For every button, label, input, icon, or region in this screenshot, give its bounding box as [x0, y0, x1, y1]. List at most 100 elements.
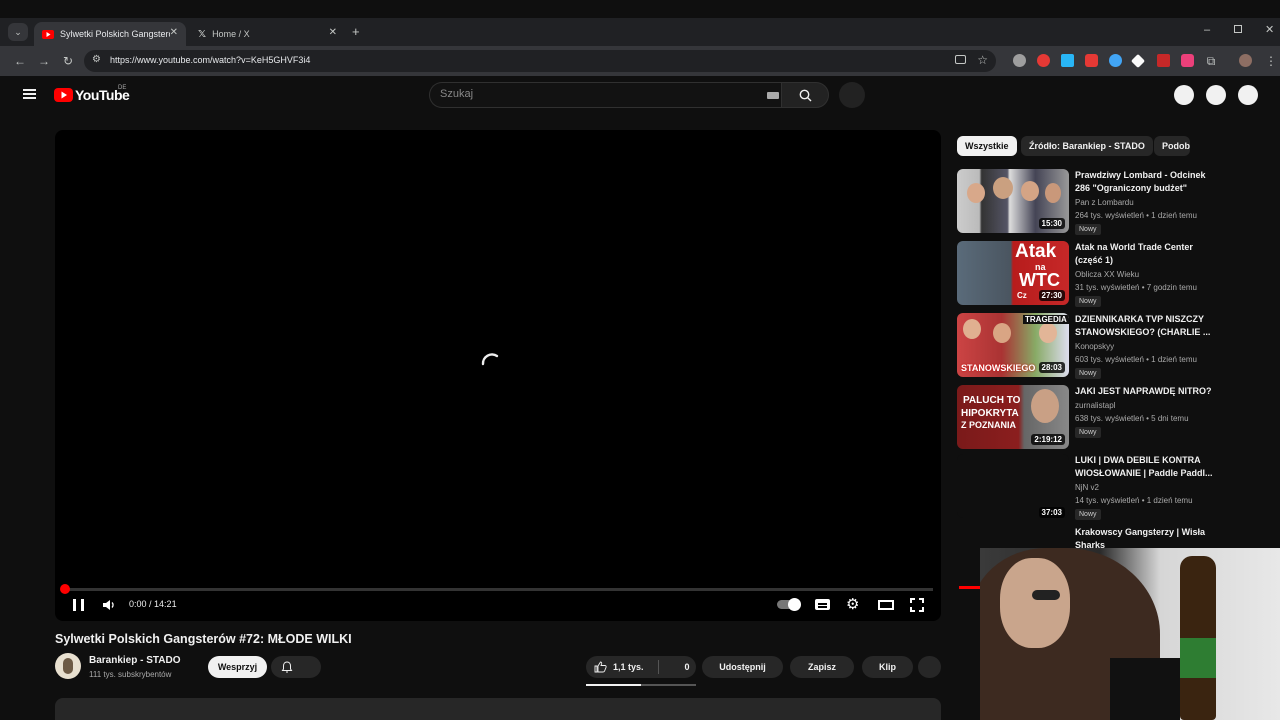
video-thumbnail[interactable]: PALUCH TO HIPOKRYTA Z POZNANIA 2:19:12 [957, 385, 1069, 449]
notifications-button[interactable] [1206, 85, 1226, 105]
hamburger-menu-icon[interactable] [23, 89, 36, 99]
search-box [429, 82, 781, 108]
extension-icon[interactable] [1157, 54, 1170, 67]
search-bar [429, 82, 829, 108]
search-input[interactable] [440, 88, 760, 100]
video-player[interactable]: 0:00 / 14:21 ⚙ [55, 130, 941, 621]
restore-icon[interactable] [1234, 25, 1242, 33]
new-badge: Nowy [1075, 296, 1101, 307]
thumbs-up-icon[interactable] [594, 661, 607, 673]
install-app-icon[interactable] [955, 55, 966, 64]
progress-scrubber[interactable] [60, 584, 70, 594]
dislike-count[interactable]: 0 [685, 662, 690, 672]
bottle-label [1180, 638, 1216, 678]
bookmark-star-icon[interactable]: ☆ [977, 53, 988, 67]
channel-name[interactable]: zurnalistapl [1075, 401, 1115, 410]
reload-icon[interactable]: ↻ [60, 53, 76, 69]
channel-name[interactable]: NjN v2 [1075, 483, 1099, 492]
channel-name[interactable]: Barankiep - STADO [89, 655, 181, 666]
thumb-text: Cz [1017, 291, 1027, 300]
channel-name[interactable]: Konopskyy [1075, 342, 1114, 351]
extension-icon[interactable] [1013, 54, 1026, 67]
subscriber-count: 111 tys. subskrybentów [89, 670, 172, 679]
video-title[interactable]: DZIENNIKARKA TVP NISZCZY STANOWSKIEGO? (… [1075, 313, 1213, 339]
video-thumbnail[interactable]: Atak na WTC Cz 27:30 [957, 241, 1069, 305]
recommendation-item[interactable]: Atak na WTC Cz 27:30 Atak na World Trade… [957, 241, 1217, 307]
video-thumbnail[interactable]: 37:03 [957, 454, 1069, 518]
thumb-text: Z POZNANIA [961, 420, 1016, 430]
support-button[interactable]: Wesprzyj [208, 656, 267, 678]
like-divider [657, 660, 659, 674]
autoplay-toggle[interactable] [777, 598, 801, 611]
video-title[interactable]: Prawdziwy Lombard - Odcinek 286 "Ogranic… [1075, 169, 1213, 195]
more-actions-button[interactable] [918, 656, 941, 678]
browser-tabstrip: ⌄ Sylwetki Polskich Gangsterów # ✕ 𝕏 Hom… [0, 18, 1280, 46]
profile-avatar[interactable] [1239, 54, 1252, 67]
theater-mode-icon[interactable] [878, 600, 894, 610]
description-box[interactable] [55, 698, 941, 720]
webcam-overlay [980, 548, 1280, 720]
keyboard-icon[interactable] [767, 92, 779, 99]
settings-gear-icon[interactable]: ⚙ [846, 595, 859, 613]
recommendation-item[interactable]: 37:03 LUKI | DWA DEBILE KONTRA WIOSŁOWAN… [957, 454, 1217, 520]
like-dislike-group: 1,1 tys. 0 [586, 656, 696, 678]
recommendation-item[interactable]: Krakowscy Gangsterzy | Wisła Sharks [957, 526, 1217, 550]
address-bar[interactable]: ⚙ https://www.youtube.com/watch?v=KeH5GH… [84, 50, 996, 72]
recommendation-item[interactable]: PALUCH TO HIPOKRYTA Z POZNANIA 2:19:12 J… [957, 385, 1217, 449]
chip-source-channel[interactable]: Źródło: Barankiep - STADO [1021, 136, 1153, 156]
extension-icon[interactable] [1061, 54, 1074, 67]
recommendation-item[interactable]: TRAGEDIA STANOWSKIEGO 28:03 DZIENNIKARKA… [957, 313, 1217, 379]
pause-button[interactable] [73, 599, 84, 611]
youtube-logo[interactable]: YouTube DE [54, 85, 130, 103]
video-title[interactable]: JAKI JEST NAPRAWDĘ NITRO? [1075, 385, 1213, 398]
like-count[interactable]: 1,1 tys. [613, 662, 644, 672]
minimize-icon[interactable]: – [1204, 24, 1210, 36]
video-title[interactable]: LUKI | DWA DEBILE KONTRA WIOSŁOWANIE | P… [1075, 454, 1213, 480]
tab-x-home[interactable]: 𝕏 Home / X ✕ [190, 22, 345, 46]
share-button[interactable]: Udostępnij [702, 656, 783, 678]
notification-bell-button[interactable] [271, 656, 321, 678]
search-button[interactable] [781, 82, 829, 108]
tab-close-icon[interactable]: ✕ [170, 27, 178, 38]
extensions-puzzle-icon[interactable]: ⧉ [1203, 53, 1219, 69]
extension-icon[interactable] [1130, 53, 1146, 69]
extension-icon[interactable] [1085, 54, 1098, 67]
channel-avatar[interactable] [55, 653, 81, 679]
clip-label: Klip [879, 662, 896, 672]
video-duration: 27:30 [1038, 290, 1065, 301]
new-badge: Nowy [1075, 224, 1101, 235]
video-thumbnail[interactable]: 15:30 [957, 169, 1069, 233]
like-ratio-fill [586, 684, 641, 686]
voice-search-button[interactable] [839, 82, 865, 108]
tab-youtube[interactable]: Sylwetki Polskich Gangsterów # ✕ [34, 22, 186, 46]
menu-kebab-icon[interactable]: ⋮ [1263, 53, 1279, 69]
video-duration: 2:19:12 [1031, 434, 1065, 445]
site-info-icon[interactable]: ⚙ [92, 54, 101, 65]
close-window-icon[interactable]: ✕ [1265, 23, 1274, 36]
new-tab-icon[interactable]: + [352, 24, 360, 39]
channel-name[interactable]: Pan z Lombardu [1075, 198, 1134, 207]
volume-button[interactable] [102, 598, 116, 616]
recommendation-item[interactable]: 15:30 Prawdziwy Lombard - Odcinek 286 "O… [957, 169, 1217, 235]
forward-icon[interactable]: → [36, 53, 52, 69]
channel-name[interactable]: Oblicza XX Wieku [1075, 270, 1139, 279]
clip-button[interactable]: Klip [862, 656, 913, 678]
fullscreen-icon[interactable] [910, 598, 924, 612]
back-icon[interactable]: ← [12, 53, 28, 69]
subtitles-icon[interactable] [815, 599, 830, 610]
extension-icon[interactable] [1109, 54, 1122, 67]
thumb-text: HIPOKRYTA [961, 408, 1019, 419]
tab-search-button[interactable]: ⌄ [8, 23, 28, 41]
progress-bar[interactable] [60, 584, 933, 594]
save-button[interactable]: Zapisz [790, 656, 854, 678]
video-thumbnail[interactable]: TRAGEDIA STANOWSKIEGO 28:03 [957, 313, 1069, 377]
video-title[interactable]: Atak na World Trade Center (część 1) [1075, 241, 1213, 267]
account-avatar[interactable] [1238, 85, 1258, 105]
extension-icon[interactable] [1037, 54, 1050, 67]
extension-icon[interactable] [1181, 54, 1194, 67]
create-button[interactable] [1174, 85, 1194, 105]
chip-all[interactable]: Wszystkie [957, 136, 1017, 156]
chip-similar[interactable]: Podob [1154, 136, 1190, 156]
tab-close-icon[interactable]: ✕ [329, 27, 337, 38]
new-badge: Nowy [1075, 427, 1101, 438]
